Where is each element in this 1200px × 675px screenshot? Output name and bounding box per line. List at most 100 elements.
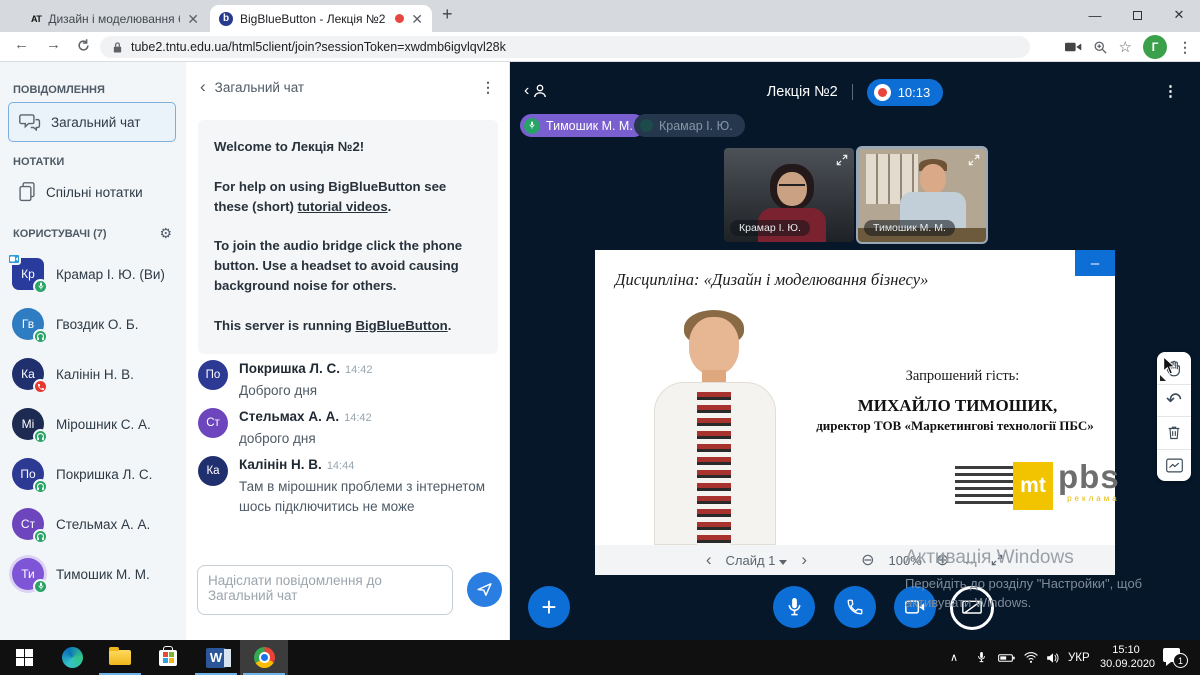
message-text: доброго дня — [239, 429, 372, 449]
chat-message: Ст Стельмах А. А.14:42 доброго дня — [198, 408, 498, 449]
new-tab-button[interactable]: + — [442, 4, 453, 25]
sidebar-item-shared-notes[interactable]: Спільні нотатки — [8, 172, 176, 212]
options-menu-icon[interactable]: ⋮ — [1163, 82, 1178, 100]
clock[interactable]: 15:10 30.09.2020 — [1100, 644, 1152, 672]
message-time: 14:44 — [327, 460, 355, 472]
browser-menu-icon[interactable]: ⋮ — [1178, 39, 1192, 56]
presentation-slide[interactable]: – Дисципліна: «Дизайн і моделювання бізн… — [595, 250, 1115, 545]
slide-selector[interactable]: Слайд 1 — [726, 553, 788, 568]
language-indicator[interactable]: УКР — [1068, 640, 1090, 675]
window-minimize-button[interactable]: — — [1074, 0, 1116, 30]
screen: AT Дизайн і моделювання бізнесу ✕ b BigB… — [0, 0, 1200, 675]
muted-dot-icon — [640, 119, 653, 132]
user-list-item[interactable]: Ст Стельмах А. А. — [0, 502, 186, 546]
meeting-title: Лекція №2 — [767, 84, 838, 100]
reload-icon[interactable] — [76, 38, 91, 53]
user-list-item[interactable]: Кр Крамар І. Ю. (Ви) — [0, 252, 186, 296]
media-camera-icon[interactable] — [1065, 41, 1082, 53]
user-name: Покришка Л. С. — [56, 467, 152, 482]
bigbluebutton-link[interactable]: BigBlueButton — [355, 318, 447, 333]
taskbar-edge[interactable] — [48, 640, 96, 675]
avatar: Гв — [12, 308, 44, 340]
browser-tab-1[interactable]: AT Дизайн і моделювання бізнесу ✕ — [22, 5, 208, 32]
user-name: Тимошик М. М. — [56, 567, 150, 582]
user-list-item[interactable]: По Покришка Л. С. — [0, 452, 186, 496]
previous-slide-button[interactable]: ‹ — [706, 550, 712, 570]
start-button[interactable] — [0, 640, 48, 675]
leave-audio-button[interactable] — [834, 586, 876, 628]
window-close-button[interactable]: ✕ — [1158, 0, 1200, 30]
minimize-presentation-button[interactable]: – — [1075, 250, 1115, 276]
messages-header: ПОВІДОМЛЕННЯ — [13, 84, 105, 96]
multi-user-whiteboard-button[interactable] — [1157, 450, 1191, 482]
lock-icon — [112, 41, 123, 54]
chat-message-input[interactable] — [197, 565, 453, 615]
tab-close-icon[interactable]: ✕ — [411, 12, 423, 26]
windows-taskbar: W ∧ УКР 15:10 30.09.2020 1 — [0, 640, 1200, 675]
logo-barcode — [955, 466, 1013, 506]
tray-volume-icon[interactable] — [1046, 640, 1060, 675]
avatar: Ка — [198, 456, 228, 486]
tab-title: BigBlueButton - Лекція №2 — [240, 12, 388, 26]
talking-mic-icon — [524, 118, 540, 134]
avatar: Ст — [12, 508, 44, 540]
public-chat-panel: ‹ Загальний чат ⋮ Welcome to Лекція №2! … — [186, 62, 510, 640]
tray-wifi-icon[interactable] — [1024, 640, 1038, 675]
time: 15:10 — [1100, 644, 1152, 658]
user-list-item[interactable]: Ка Калінін Н. В. — [0, 352, 186, 396]
taskbar-store[interactable] — [144, 640, 192, 675]
browser-tab-2-active[interactable]: b BigBlueButton - Лекція №2 ✕ — [210, 5, 432, 32]
fullscreen-icon[interactable] — [967, 153, 981, 167]
undo-button[interactable]: ↶ — [1157, 385, 1191, 418]
send-message-button[interactable] — [467, 572, 502, 607]
record-dot-icon — [874, 84, 891, 101]
message-author: Калінін Н. В. — [239, 457, 322, 472]
taskbar-chrome-active[interactable] — [240, 640, 288, 675]
zoom-page-icon[interactable] — [1093, 40, 1108, 55]
taskbar-explorer[interactable] — [96, 640, 144, 675]
sidebar-item-public-chat[interactable]: Загальний чат — [8, 102, 176, 142]
user-list-item[interactable]: Мі Мірошник С. А. — [0, 402, 186, 446]
user-list-item[interactable]: Ти Тимошик М. М. — [0, 552, 186, 596]
user-list-item[interactable]: Гв Гвоздик О. Б. — [0, 302, 186, 346]
tab-close-icon[interactable]: ✕ — [187, 12, 199, 26]
recording-indicator[interactable]: 10:13 — [867, 79, 944, 106]
bookmark-star-icon[interactable]: ☆ — [1119, 38, 1132, 56]
tutorial-videos-link[interactable]: tutorial videos — [298, 199, 388, 214]
microphone-icon — [785, 597, 804, 618]
chat-back-icon[interactable]: ‹ — [200, 77, 206, 97]
avatar: Ка — [12, 358, 44, 390]
tray-mic-icon[interactable] — [976, 640, 987, 675]
avatar: Ст — [198, 408, 228, 438]
mute-microphone-button[interactable] — [773, 586, 815, 628]
talking-indicator[interactable]: Тимошик М. М. — [520, 114, 645, 137]
browser-url-bar: ← → tube2.tntu.edu.ua/html5client/join?s… — [0, 32, 1200, 62]
webcam-badge-icon — [7, 253, 21, 265]
webcam-kramar[interactable]: Крамар І. Ю. — [724, 148, 854, 242]
forward-icon[interactable]: → — [46, 36, 61, 53]
next-slide-button[interactable]: › — [801, 550, 807, 570]
clear-annotations-button[interactable] — [1157, 417, 1191, 450]
chat-message: По Покришка Л. С.14:42 Доброго дня — [198, 360, 498, 401]
send-plane-icon — [476, 581, 493, 598]
address-box[interactable]: tube2.tntu.edu.ua/html5client/join?sessi… — [100, 36, 1030, 58]
webcam-name-label: Тимошик М. М. — [864, 220, 955, 236]
tab-title: Дизайн і моделювання бізнесу — [48, 12, 180, 26]
window-restore-button[interactable] — [1116, 0, 1158, 30]
talking-indicator-muted[interactable]: Крамар І. Ю. — [634, 114, 745, 137]
user-name: Стельмах А. А. — [56, 517, 150, 532]
browser-profile-avatar[interactable]: Г — [1143, 35, 1167, 59]
notification-badge[interactable]: 1 — [1173, 653, 1188, 668]
tray-battery-icon[interactable] — [998, 640, 1015, 675]
fullscreen-icon[interactable] — [835, 153, 849, 167]
taskbar-word[interactable]: W — [192, 640, 240, 675]
zoom-out-icon[interactable]: ⊖ — [861, 550, 874, 570]
back-icon[interactable]: ← — [14, 36, 29, 53]
webcam-name-label: Крамар І. Ю. — [730, 220, 810, 236]
manage-users-gear-icon[interactable]: ⚙ — [159, 225, 172, 242]
actions-plus-button[interactable]: + — [528, 586, 570, 628]
tray-expand-icon[interactable]: ∧ — [950, 640, 958, 675]
message-author: Стельмах А. А. — [239, 409, 339, 424]
webcam-tymoshyk[interactable]: Тимошик М. М. — [858, 148, 986, 242]
chat-options-icon[interactable]: ⋮ — [481, 79, 495, 96]
